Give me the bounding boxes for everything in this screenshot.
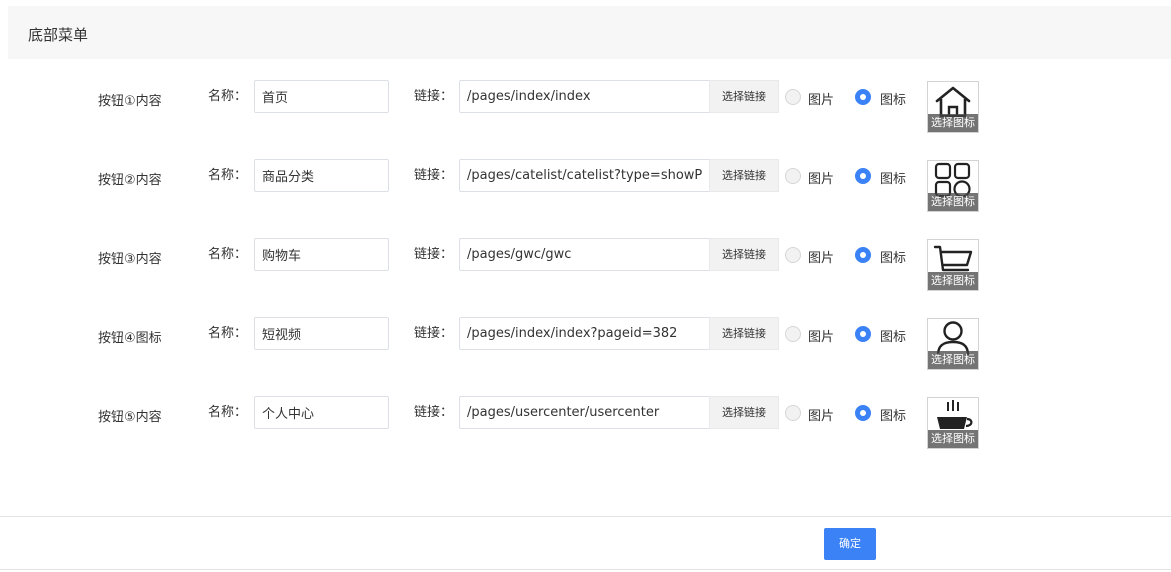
menu-row-2: 按钮②内容 名称： 链接： 选择链接 图片 图标 选择图标 xyxy=(0,159,1171,238)
row-label: 按钮②内容 xyxy=(98,173,162,188)
name-label: 名称： xyxy=(208,168,248,183)
name-input[interactable] xyxy=(254,159,389,192)
row-label: 按钮①内容 xyxy=(98,94,162,109)
menu-row-3: 按钮③内容 名称： 链接： 选择链接 图片 图标 选择图标 xyxy=(0,238,1171,317)
link-label: 链接： xyxy=(414,405,454,420)
name-label: 名称： xyxy=(208,89,248,104)
row-label: 按钮⑤内容 xyxy=(98,410,162,425)
menu-row-4: 按钮④图标 名称： 链接： 选择链接 图片 图标 选择图标 xyxy=(0,317,1171,396)
page-title: 底部菜单 xyxy=(28,26,89,44)
icon-radio-label[interactable]: 图标 xyxy=(880,168,906,187)
choose-icon-label: 选择图标 xyxy=(928,272,978,290)
home-icon xyxy=(935,86,971,118)
picture-radio-label[interactable]: 图片 xyxy=(808,89,834,108)
icon-radio-label[interactable]: 图标 xyxy=(880,405,906,424)
name-label: 名称： xyxy=(208,247,248,262)
menu-row-1: 按钮①内容 名称： 链接： 选择链接 图片 图标 选择图标 xyxy=(0,80,1171,159)
link-label: 链接： xyxy=(414,89,454,104)
icon-radio-label[interactable]: 图标 xyxy=(880,89,906,108)
name-input[interactable] xyxy=(254,396,389,429)
link-input[interactable] xyxy=(459,80,709,113)
choose-link-button[interactable]: 选择链接 xyxy=(709,396,779,429)
link-label: 链接： xyxy=(414,326,454,341)
choose-link-button[interactable]: 选择链接 xyxy=(709,238,779,271)
coffee-cup-icon xyxy=(937,400,973,429)
icon-radio-label[interactable]: 图标 xyxy=(880,326,906,345)
choose-icon-button[interactable]: 选择图标 xyxy=(927,318,979,370)
footer-divider xyxy=(0,516,1171,517)
icon-radio[interactable] xyxy=(855,405,871,421)
choose-icon-label: 选择图标 xyxy=(928,430,978,448)
icon-radio[interactable] xyxy=(855,326,871,342)
link-input[interactable] xyxy=(459,159,709,192)
choose-icon-button[interactable]: 选择图标 xyxy=(927,397,979,449)
picture-radio[interactable] xyxy=(785,168,801,184)
icon-radio[interactable] xyxy=(855,168,871,184)
name-label: 名称： xyxy=(208,326,248,341)
name-input[interactable] xyxy=(254,80,389,113)
picture-radio-label[interactable]: 图片 xyxy=(808,326,834,345)
link-label: 链接： xyxy=(414,168,454,183)
link-label: 链接： xyxy=(414,247,454,262)
name-input[interactable] xyxy=(254,238,389,271)
picture-radio[interactable] xyxy=(785,405,801,421)
picture-radio-label[interactable]: 图片 xyxy=(808,247,834,266)
page-header: 底部菜单 xyxy=(8,6,1171,59)
row-label: 按钮③内容 xyxy=(98,252,162,267)
choose-icon-button[interactable]: 选择图标 xyxy=(927,160,979,212)
choose-link-button[interactable]: 选择链接 xyxy=(709,159,779,192)
choose-icon-label: 选择图标 xyxy=(928,114,978,132)
picture-radio-label[interactable]: 图片 xyxy=(808,168,834,187)
menu-rows: 按钮①内容 名称： 链接： 选择链接 图片 图标 选择图标 按钮②内容 名称： … xyxy=(0,80,1171,475)
choose-icon-label: 选择图标 xyxy=(928,193,978,211)
choose-link-button[interactable]: 选择链接 xyxy=(709,317,779,350)
icon-radio-label[interactable]: 图标 xyxy=(880,247,906,266)
picture-radio[interactable] xyxy=(785,326,801,342)
name-input[interactable] xyxy=(254,317,389,350)
link-input[interactable] xyxy=(459,238,709,271)
picture-radio-label[interactable]: 图片 xyxy=(808,405,834,424)
row-label: 按钮④图标 xyxy=(98,331,162,346)
choose-icon-button[interactable]: 选择图标 xyxy=(927,81,979,133)
icon-radio[interactable] xyxy=(855,89,871,105)
link-input[interactable] xyxy=(459,396,709,429)
cart-icon xyxy=(933,245,973,272)
bottom-divider xyxy=(0,569,1171,570)
icon-radio[interactable] xyxy=(855,247,871,263)
picture-radio[interactable] xyxy=(785,247,801,263)
choose-icon-label: 选择图标 xyxy=(928,351,978,369)
menu-row-5: 按钮⑤内容 名称： 链接： 选择链接 图片 图标 选择图标 xyxy=(0,396,1171,475)
choose-icon-button[interactable]: 选择图标 xyxy=(927,239,979,291)
user-icon xyxy=(936,321,970,355)
choose-link-button[interactable]: 选择链接 xyxy=(709,80,779,113)
category-grid-icon xyxy=(934,162,971,197)
link-input[interactable] xyxy=(459,317,709,350)
picture-radio[interactable] xyxy=(785,89,801,105)
confirm-button[interactable]: 确定 xyxy=(824,528,876,560)
name-label: 名称： xyxy=(208,405,248,420)
